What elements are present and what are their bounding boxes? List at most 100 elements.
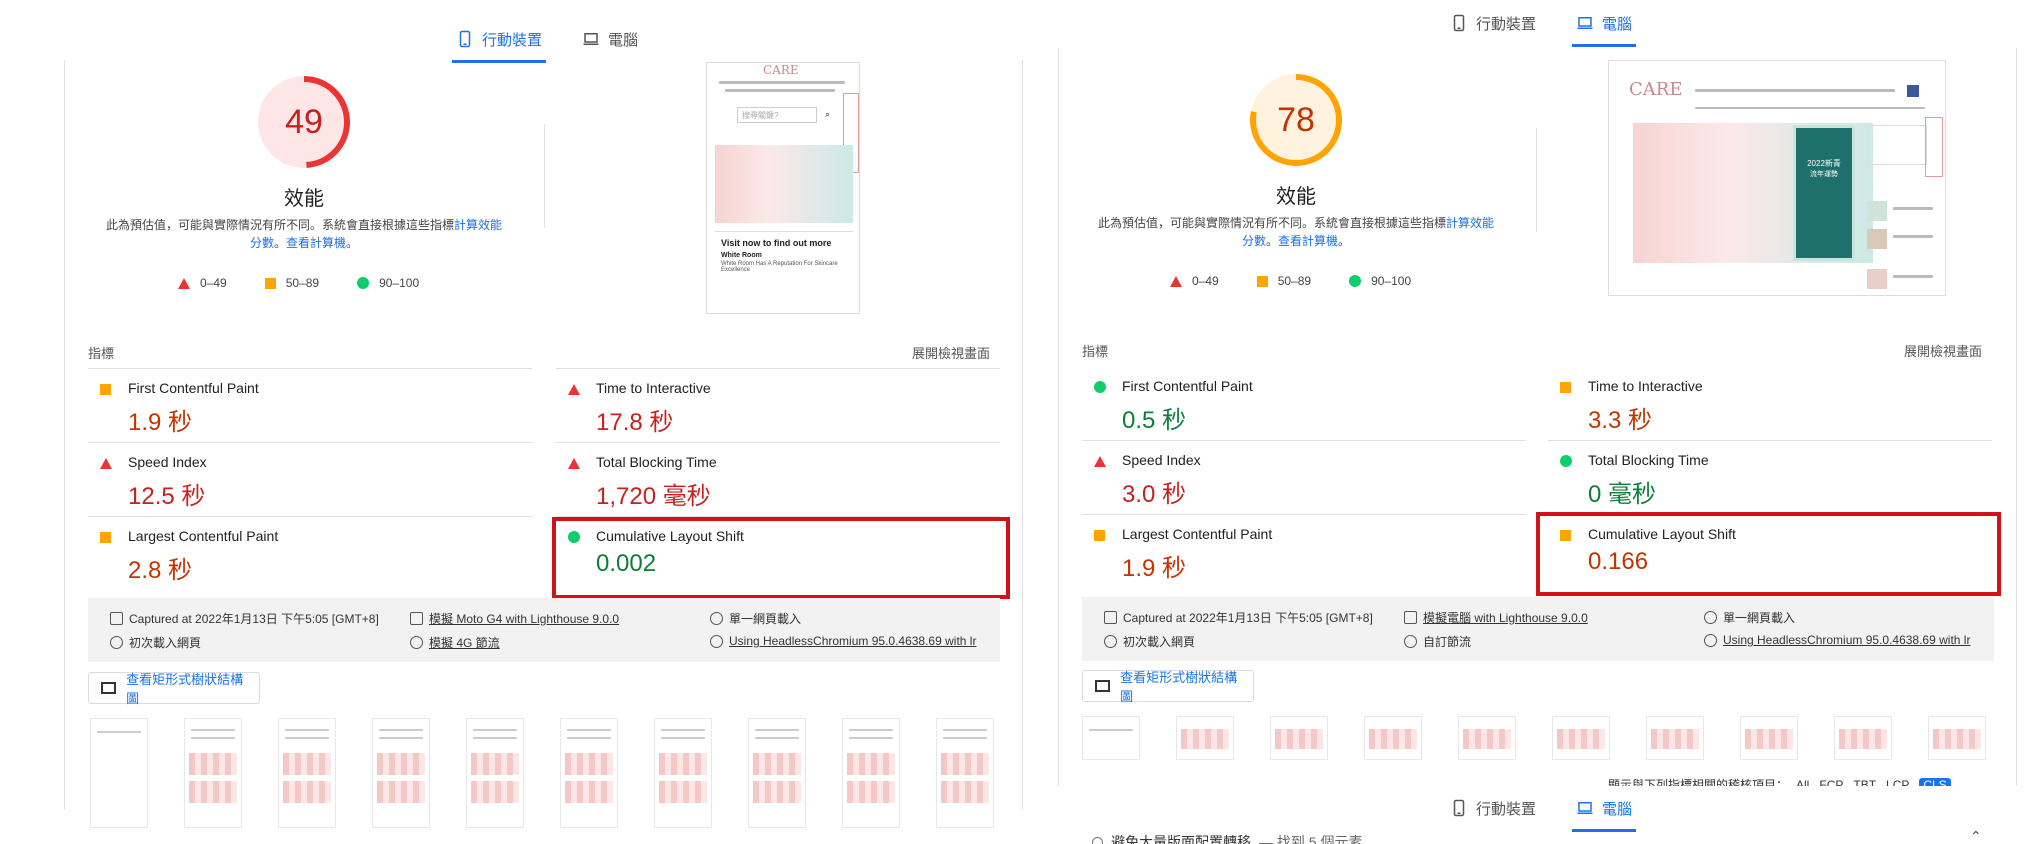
filmstrip-frame [842,718,900,828]
left-border [64,60,65,810]
metric-name: First Contentful Paint [128,380,259,396]
chevron-up-icon[interactable]: ⌃ [1970,828,1982,844]
calendar-icon [110,612,123,625]
browser-text: Using HeadlessChromium 95.0.4638.69 with… [1723,633,1971,647]
tab-desktop-bottom[interactable]: 電腦 [1572,790,1637,832]
tab-mobile-bottom[interactable]: 行動裝置 [1446,790,1540,826]
timer-icon [1104,635,1117,648]
filmstrip-frame [1082,716,1140,760]
filmstrip-frame [184,718,242,828]
metric-first-contentful-paint: First Contentful Paint 0.5 秒 [1082,368,1522,442]
right-border [1058,48,1059,788]
metric-largest-contentful-paint: Largest Contentful Paint 1.9 秒 [1082,516,1522,590]
timer-icon [110,636,123,649]
view-treemap-button[interactable]: 查看矩形式樹狀結構圖 [88,672,260,706]
metric-name: Total Blocking Time [596,454,717,470]
facebook-icon [1907,85,1919,97]
people-icon [1704,611,1717,624]
note-text: 此為預估值，可能與實際情況有所不同。系統會直接根據這些指標 [105,218,454,232]
metric-value: 1.9 秒 [128,409,193,436]
browser-icon [710,634,723,648]
ad-desc: White Room Has A Reputation For Skincare… [721,261,838,273]
calendar-icon [1104,611,1117,624]
square-icon [264,277,276,289]
opportunity-count: — 找到 5 個元素 [1259,834,1363,844]
filmstrip-frame [1928,716,1986,760]
laptop-icon [583,33,599,45]
performance-gauge-right: 78 [1248,72,1344,168]
search-box: 搜尋關鍵? [737,107,817,123]
legend-pass: 90–100 [1349,274,1411,288]
circle-outline-icon [1092,836,1103,844]
metric-value: 1.9 秒 [1122,555,1187,582]
load-text: 單一網頁載入 [729,612,802,626]
metric-value: 0.5 秒 [1122,407,1187,434]
tab-mobile-right[interactable]: 行動裝置 [1446,5,1540,41]
device-icon [1404,611,1417,624]
tab-desktop[interactable]: 電腦 [578,21,642,57]
metric-value: 3.3 秒 [1588,407,1653,434]
throttle-info[interactable]: 自訂節流 [1404,633,1471,650]
laptop-icon [1577,802,1593,814]
badge-year: 2022新青 [1807,159,1841,168]
device-info[interactable]: 模擬電腦 with Lighthouse 9.0.0 [1404,609,1588,626]
circle-icon [1349,275,1362,287]
metric-total-blocking-time: Total Blocking Time 1,720 毫秒 [556,444,996,518]
right-edge [2016,48,2017,788]
legend-fail-label: 0–49 [1192,274,1219,288]
score-note: 此為預估值，可能與實際情況有所不同。系統會直接根據這些指標計算效能分數。查看計算… [100,216,508,252]
metric-time-to-interactive: Time to Interactive 17.8 秒 [556,370,996,444]
browser-info[interactable]: Using HeadlessChromium 95.0.4638.69 with… [1704,633,1970,647]
expand-view-toggle[interactable]: 展開檢視畫面 [912,343,990,362]
score-legend-right: 0–49 50–89 90–100 [1170,274,1411,288]
left-device-tabs: 行動裝置 電腦 [452,21,642,63]
legend-fail: 0–49 [1170,274,1219,288]
filmstrip-frame [560,718,618,828]
metric-time-to-interactive: Time to Interactive 3.3 秒 [1548,368,1988,442]
device-icon [410,612,423,625]
metric-speed-index: Speed Index 3.0 秒 [1082,442,1522,516]
calculator-link[interactable]: 查看計算機 [1278,234,1338,248]
tab-desktop-right[interactable]: 電腦 [1572,5,1637,47]
performance-label: 效能 [284,188,324,210]
tab-mobile-label: 行動裝置 [482,31,543,49]
filmstrip-frame [1270,716,1328,760]
browser-info[interactable]: Using HeadlessChromium 95.0.4638.69 with… [710,634,976,648]
metric-value: 1,720 毫秒 [596,483,711,510]
runtime-info-right: Captured at 2022年1月13日 下午5:05 [GMT+8] 模擬… [1082,597,1994,661]
promo-badge: 2022新青 流年運勢 [1793,125,1855,261]
device-text: 模擬電腦 with Lighthouse 9.0.0 [1423,611,1588,625]
metric-value: 2.8 秒 [128,557,193,584]
device-info[interactable]: 模擬 Moto G4 with Lighthouse 9.0.0 [410,610,619,627]
treemap-label: 查看矩形式樹狀結構圖 [126,672,244,706]
view-treemap-button-right[interactable]: 查看矩形式樹狀結構圖 [1082,670,1254,704]
triangle-icon [1170,275,1182,287]
legend-average: 50–89 [264,276,319,290]
runtime-info: Captured at 2022年1月13日 下午5:05 [GMT+8] 模擬… [88,598,1000,662]
ad-title: Visit now to find out more [721,238,832,248]
metric-value: 12.5 秒 [128,483,206,510]
triangle-icon [1094,456,1106,467]
filmstrip-frame [90,718,148,828]
browser-icon [1704,633,1717,647]
tab-mobile[interactable]: 行動裝置 [452,21,547,63]
cls-highlight-box-right [1536,512,2001,596]
note-text: 此為預估值，可能與實際情況有所不同。系統會直接根據這些指標 [1097,216,1446,230]
site-logo: CARE [1629,79,1683,100]
final-screenshot-right[interactable]: CARE 2022新青 流年運勢 [1608,60,1946,296]
expand-view-toggle-right[interactable]: 展開檢視畫面 [1904,341,1982,360]
phone-icon [459,30,471,48]
throttle-info[interactable]: 模擬 4G 節流 [410,634,500,651]
metric-value: 3.0 秒 [1122,481,1187,508]
final-screenshot[interactable]: CARE 搜尋關鍵? ⌕ Visit now to find out more … [706,62,860,314]
opportunity-row[interactable]: 避免大量版面配置轉移 — 找到 5 個元素 [1092,832,1362,844]
calculator-link[interactable]: 查看計算機 [286,236,346,250]
square-icon [100,532,111,543]
initial-load-text: 初次載入網頁 [1123,635,1196,649]
treemap-label: 查看矩形式樹狀結構圖 [1120,670,1238,704]
metric-name: First Contentful Paint [1122,378,1253,394]
square-icon [1560,382,1571,393]
phone-icon [1453,799,1465,817]
tab-desktop-label: 電腦 [1602,800,1633,818]
score-note-right: 此為預估值，可能與實際情況有所不同。系統會直接根據這些指標計算效能分數。查看計算… [1092,214,1500,250]
